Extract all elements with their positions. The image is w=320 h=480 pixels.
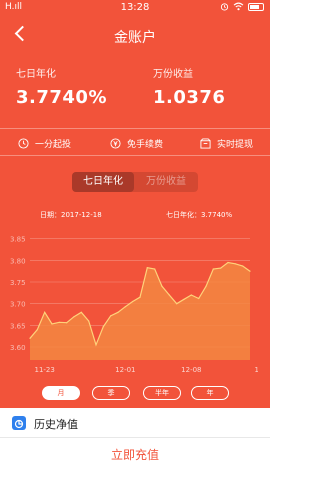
data-point: [124, 306, 126, 308]
annual-yield-label: 七日年化: [16, 69, 56, 80]
wifi-icon: [233, 2, 244, 11]
income-value: 1.0376: [153, 87, 226, 108]
history-label: 历史净值: [34, 418, 78, 431]
data-point: [117, 311, 119, 313]
y-tick-label: 3.65: [10, 322, 26, 330]
data-point: [161, 285, 163, 287]
status-icons: [220, 2, 264, 11]
feature-label: 实时提现: [217, 140, 254, 150]
series-area: [30, 262, 250, 360]
y-tick-label: 3.75: [10, 279, 26, 287]
feature-strip: 一分起投 免手续费 实时提现: [0, 128, 270, 156]
y-tick-label: 3.60: [10, 344, 26, 352]
period-half-year[interactable]: 半年: [143, 386, 181, 400]
alarm-icon: [220, 3, 229, 11]
hero-panel: H.ıll 13:28 金账户 七日年化 3.7740% 万份收益 1.0376…: [0, 0, 270, 408]
data-point: [154, 268, 156, 270]
data-point: [139, 296, 141, 298]
clock-icon: [18, 138, 29, 149]
data-point: [205, 285, 207, 287]
data-point: [66, 322, 68, 324]
period-year[interactable]: 年: [191, 386, 229, 400]
chart-date: 日期：2017-12-18: [40, 211, 102, 219]
data-point: [132, 300, 134, 303]
data-point: [73, 316, 75, 318]
history-nav-row[interactable]: 历史净值: [0, 408, 270, 438]
data-point: [51, 323, 53, 325]
y-tick-label: 3.70: [10, 301, 26, 309]
data-point: [249, 270, 251, 272]
data-point: [198, 297, 200, 300]
data-point: [242, 265, 244, 267]
feature-label: 一分起投: [35, 140, 72, 150]
yield-chart: 3.85 3.80 3.75 3.70 3.65 3.60 11-23 12-01 12-08 1…: [10, 236, 258, 374]
data-point: [168, 294, 170, 296]
x-tick-label: 12-16: [254, 366, 258, 374]
data-point: [212, 268, 214, 270]
data-point: [234, 263, 236, 265]
recharge-button[interactable]: 立即充值: [0, 440, 270, 480]
tab-annual-yield[interactable]: 七日年化: [72, 172, 134, 192]
feature-instant-withdraw: 实时提现: [200, 137, 253, 150]
feature-min-invest: 一分起投: [18, 137, 71, 150]
data-point: [190, 294, 192, 296]
page-title: 金账户: [114, 30, 156, 46]
x-tick-label: 12-08: [181, 366, 201, 374]
data-point: [183, 298, 185, 300]
data-point: [36, 329, 38, 331]
data-point: [110, 315, 112, 317]
data-point: [102, 326, 104, 328]
data-point: [44, 311, 46, 313]
data-point: [80, 311, 82, 313]
chart-value: 七日年化：3.7740%: [166, 211, 233, 219]
battery-icon: [248, 2, 264, 11]
status-bar: H.ıll 13:28: [0, 0, 270, 16]
yen-icon: [110, 138, 121, 149]
history-chart-icon: [12, 416, 26, 430]
income-label: 万份收益: [153, 69, 193, 80]
y-tick-label: 3.80: [10, 257, 26, 265]
data-point: [29, 337, 31, 339]
data-point: [220, 267, 222, 269]
y-tick-label: 3.85: [10, 236, 26, 244]
x-tick-label: 11-23: [34, 366, 54, 374]
data-point: [95, 344, 97, 346]
x-tick-label: 12-01: [115, 366, 135, 374]
annual-yield-value: 3.7740%: [16, 87, 107, 108]
data-point: [58, 321, 60, 323]
feature-no-fee: 免手续费: [110, 137, 163, 150]
data-point: [176, 303, 178, 305]
data-point: [227, 261, 229, 264]
data-point: [88, 320, 90, 322]
feature-label: 免手续费: [127, 140, 164, 150]
period-month[interactable]: 月: [42, 386, 80, 400]
nav-bar: 金账户: [0, 22, 270, 54]
data-point: [146, 267, 148, 269]
tab-income[interactable]: 万份收益: [134, 172, 198, 192]
period-quarter[interactable]: 季: [92, 386, 130, 400]
chart-mode-toggle: 七日年化 万份收益: [72, 172, 198, 192]
wallet-icon: [200, 138, 211, 149]
